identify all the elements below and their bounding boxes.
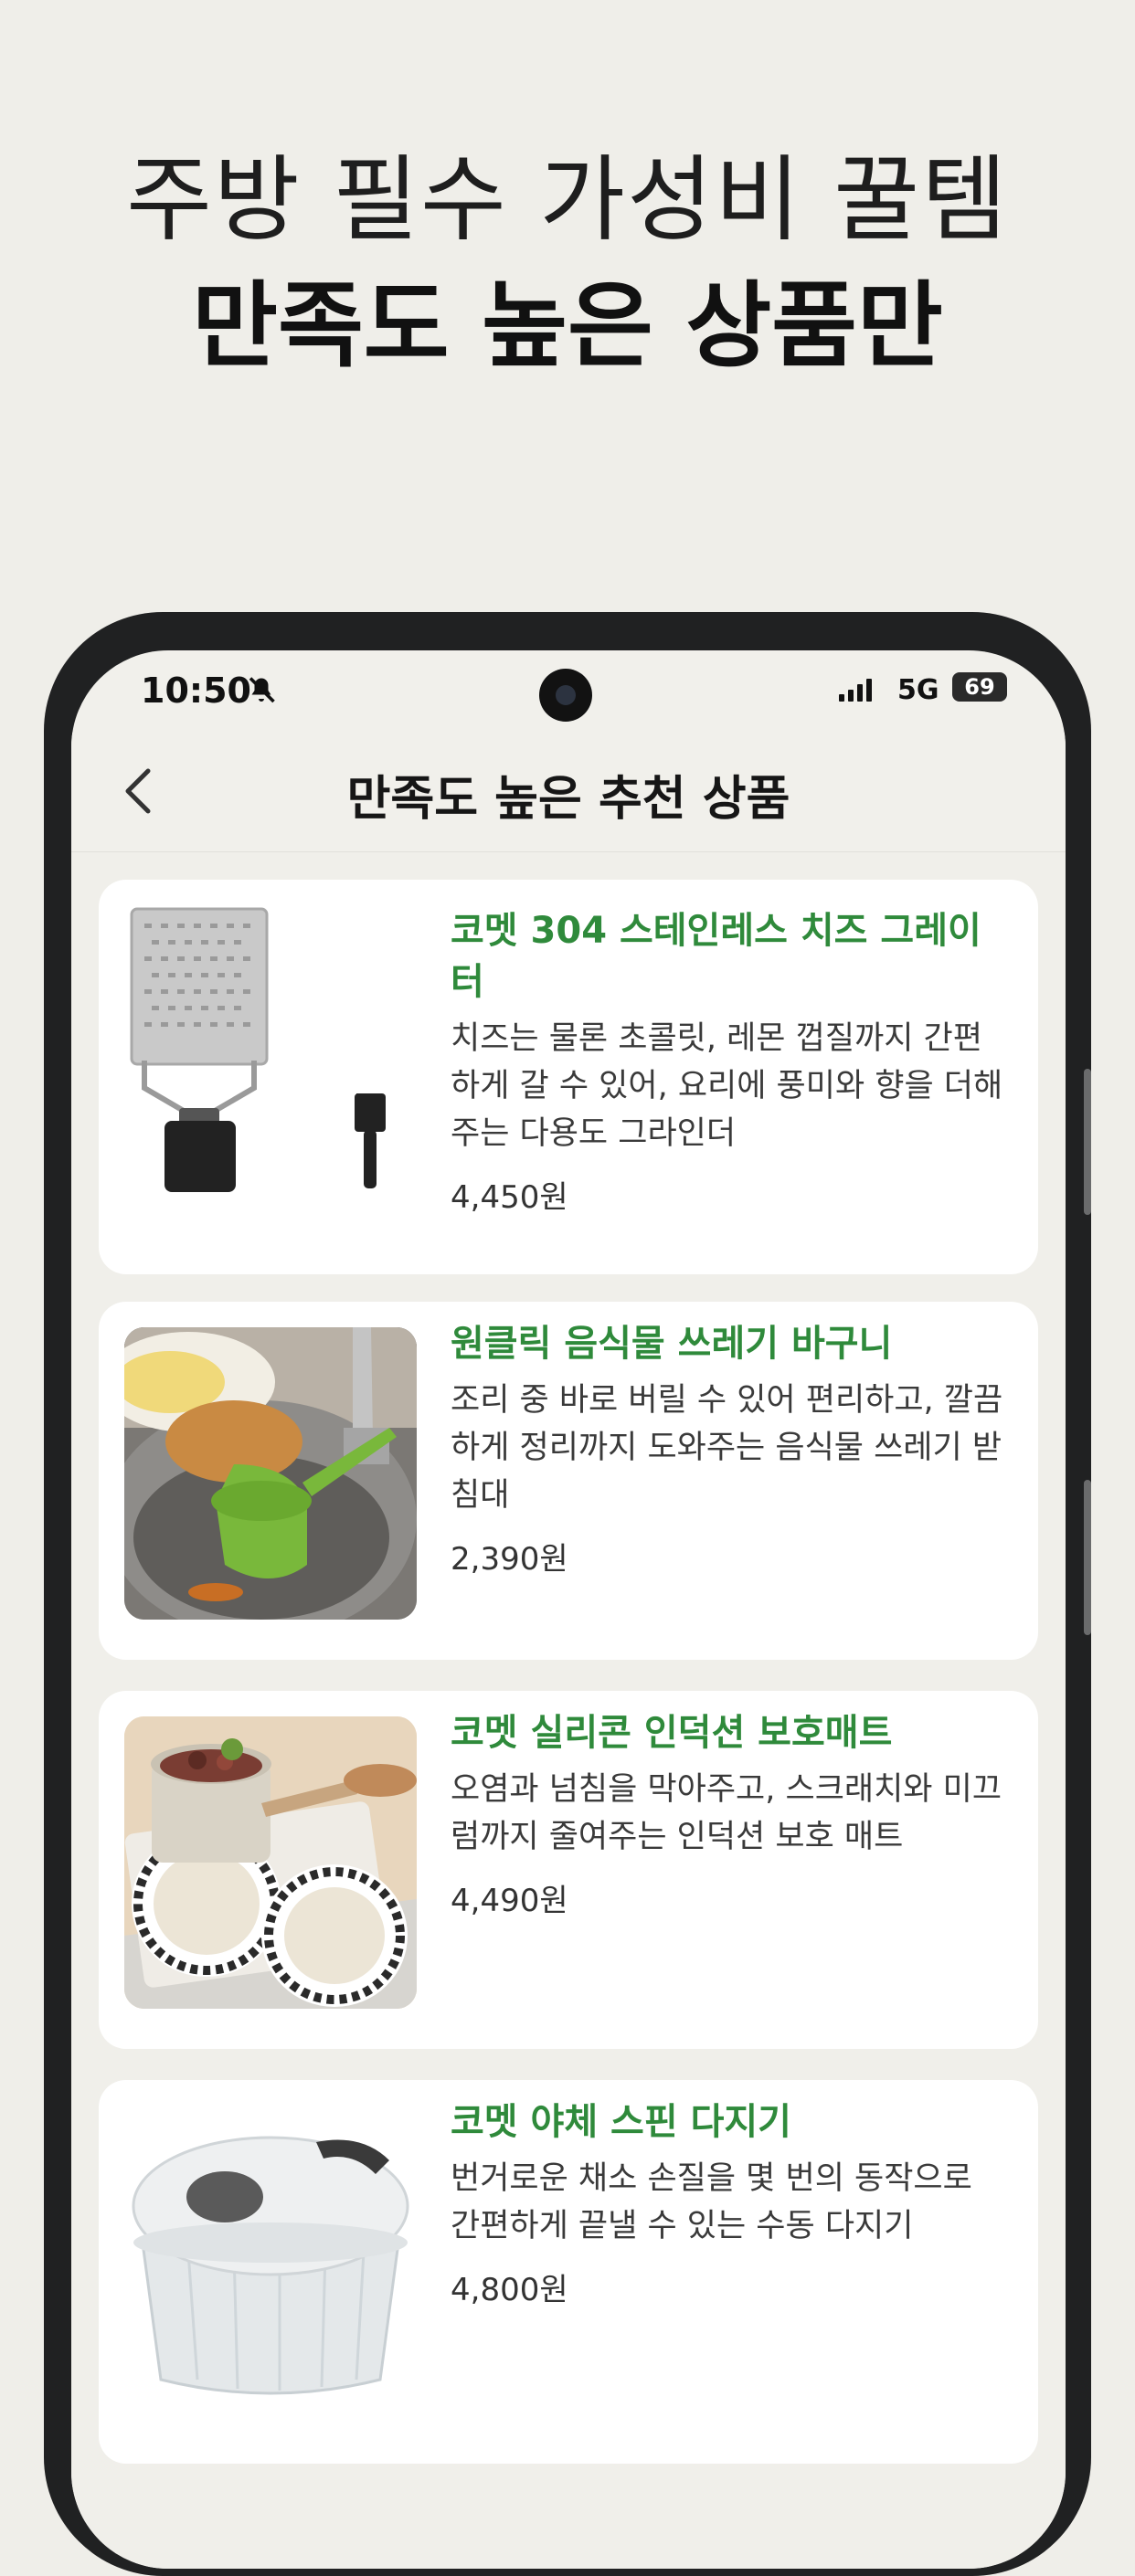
product-image-cheese-grater: [124, 905, 417, 1198]
product-info: 코멧 실리콘 인덕션 보호매트 오염과 넘침을 막아주고, 스크래치와 미끄럼까…: [451, 1707, 1011, 1920]
product-title: 코멧 야체 스핀 다지기: [451, 2101, 791, 2143]
promo-headline: 주방 필수 가성비 꿀템 만족도 높은 상품만: [0, 137, 1135, 391]
product-list: 코멧 304 스테인레스 치즈 그레이터 치즈는 물론 초콜릿, 레몬 껍질까지…: [71, 852, 1066, 2569]
product-description: 번거로운 채소 손질을 몇 번의 동작으로 간편하게 끝낼 수 있는 수동 다지…: [451, 2160, 972, 2244]
volume-button: [1084, 1069, 1091, 1215]
product-info: 원클릭 음식물 쓰레기 바구니 조리 중 바로 버릴 수 있어 편리하고, 깔끔…: [451, 1318, 1011, 1578]
product-image-induction-mat: [124, 1716, 417, 2009]
product-card[interactable]: 코멧 야체 스핀 다지기 번거로운 채소 손질을 몇 번의 동작으로 간편하게 …: [99, 2080, 1038, 2464]
product-description: 조리 중 바로 버릴 수 있어 편리하고, 깔끔하게 정리까지 도와주는 음식물…: [451, 1382, 1003, 1514]
front-camera: [539, 669, 592, 722]
status-bar: 10:50 5G 69: [71, 650, 1066, 733]
power-button: [1084, 1480, 1091, 1635]
product-price: 4,800원: [451, 2272, 568, 2308]
product-info: 코멧 야체 스핀 다지기 번거로운 채소 손질을 몇 번의 동작으로 간편하게 …: [451, 2096, 1011, 2309]
product-description: 치즈는 물론 초콜릿, 레몬 껍질까지 간편하게 갈 수 있어, 요리에 풍미와…: [451, 1020, 1003, 1152]
product-card[interactable]: 코멧 304 스테인레스 치즈 그레이터 치즈는 물론 초콜릿, 레몬 껍질까지…: [99, 880, 1038, 1274]
product-description: 오염과 넘침을 막아주고, 스크래치와 미끄럼까지 줄여주는 인덕션 보호 매트: [451, 1771, 1002, 1855]
mute-bell-icon: [245, 674, 278, 714]
product-price: 4,450원: [451, 1179, 568, 1216]
product-card[interactable]: 원클릭 음식물 쓰레기 바구니 조리 중 바로 버릴 수 있어 편리하고, 깔끔…: [99, 1302, 1038, 1660]
product-price: 4,490원: [451, 1883, 568, 1919]
product-info: 코멧 304 스테인레스 치즈 그레이터 치즈는 물론 초콜릿, 레몬 껍질까지…: [451, 905, 1011, 1217]
headline-line-2: 만족도 높은 상품만: [192, 272, 943, 381]
product-card[interactable]: 코멧 실리콘 인덕션 보호매트 오염과 넘침을 막아주고, 스크래치와 미끄럼까…: [99, 1691, 1038, 2049]
product-title: 코멧 304 스테인레스 치즈 그레이터: [451, 910, 981, 1003]
product-image-spin-chopper: [124, 2106, 417, 2398]
signal-icon: [839, 678, 872, 702]
clock: 10:50: [141, 670, 251, 711]
product-title: 코멧 실리콘 인덕션 보호매트: [451, 1712, 893, 1754]
navigation-bar: 만족도 높은 추천 상품: [71, 733, 1066, 852]
network-type: 5G: [897, 674, 939, 706]
product-price: 2,390원: [451, 1541, 568, 1578]
phone-screen: 10:50 5G 69 만족도 높은 추천 상품 코멧 304 스테인레스 치즈…: [71, 650, 1066, 2569]
product-title: 원클릭 음식물 쓰레기 바구니: [451, 1323, 893, 1365]
page-title: 만족도 높은 추천 상품: [346, 772, 790, 827]
headline-line-1: 주방 필수 가성비 꿀템: [126, 146, 1009, 255]
battery-icon: 69: [952, 672, 1007, 702]
product-image-food-waste-basket: [124, 1327, 417, 1620]
